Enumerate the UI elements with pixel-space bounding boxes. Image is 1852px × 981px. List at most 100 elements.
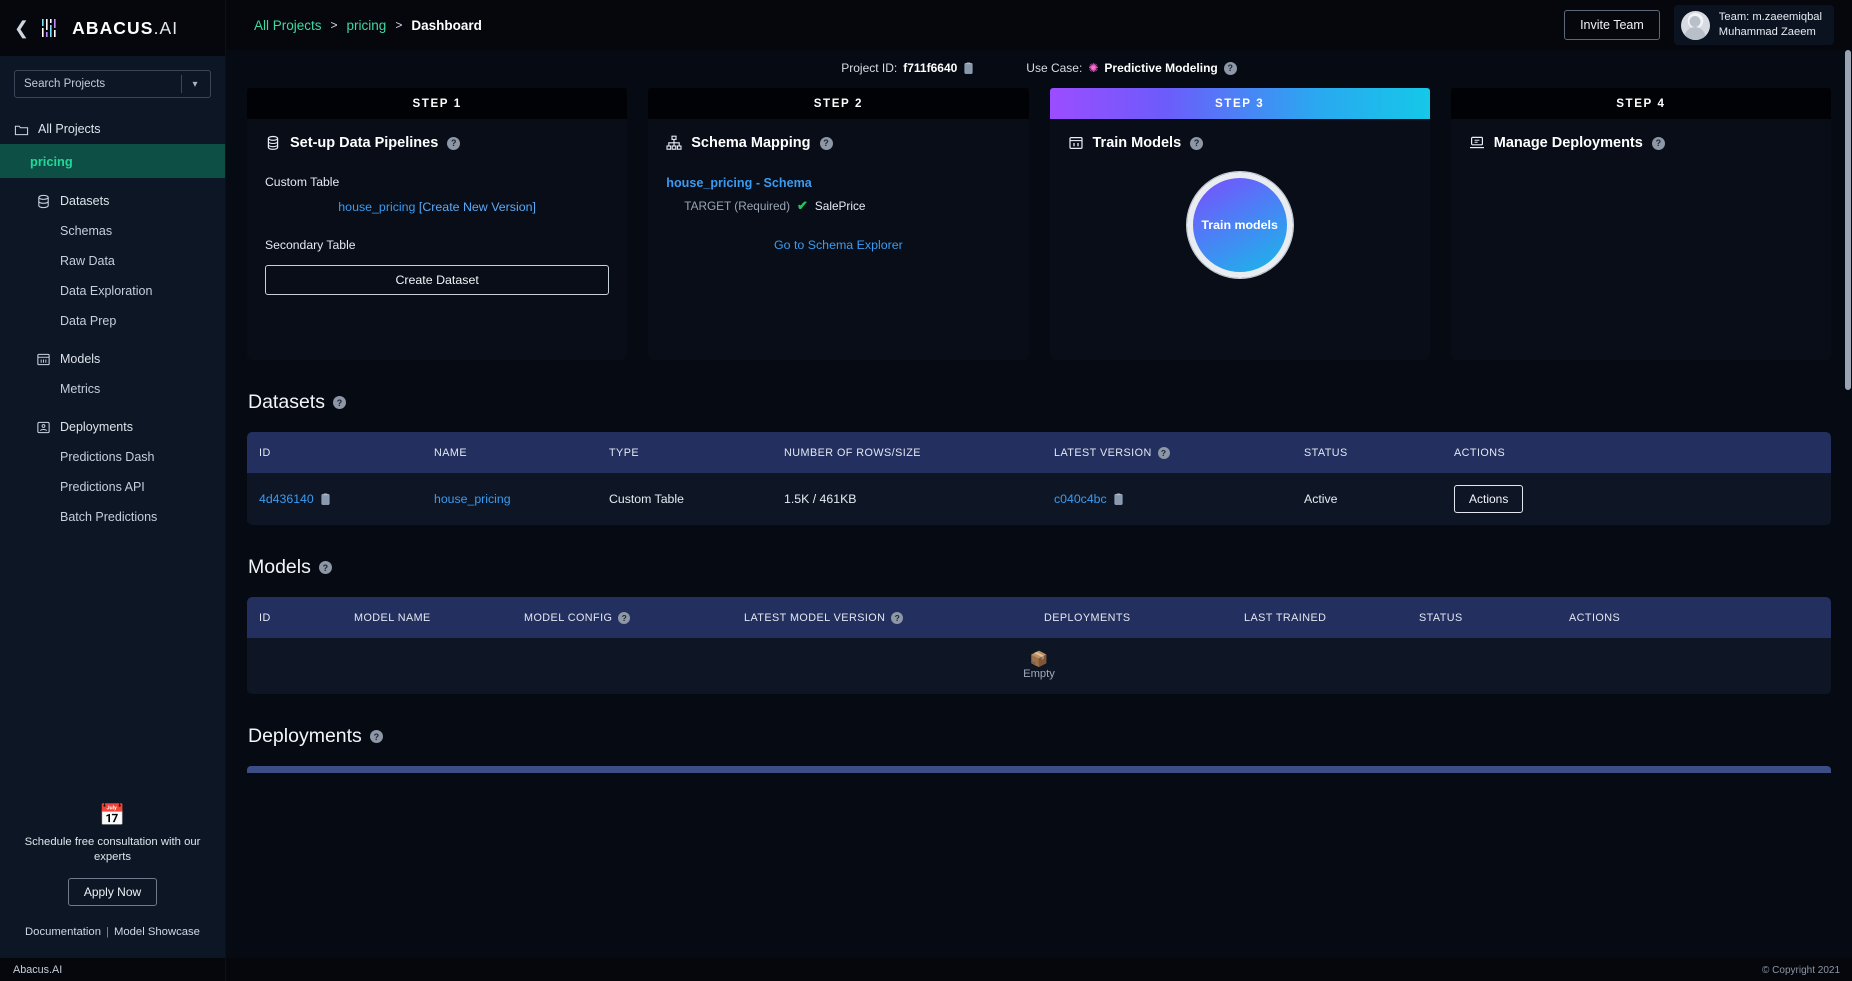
train-models-button[interactable]: Train models: [1187, 172, 1293, 278]
sidebar-item-batch-predictions[interactable]: Batch Predictions: [0, 502, 225, 532]
steps-row: STEP 1 Set-up Data Pipelines ? Custom Ta…: [226, 88, 1852, 360]
train-icon: [1068, 135, 1084, 151]
datasets-section: Datasets ? ID NAME TYPE NUMBER OF ROWS/S…: [226, 391, 1852, 525]
breadcrumb-all-projects[interactable]: All Projects: [254, 18, 322, 33]
sidebar-item-label: Deployments: [60, 420, 133, 434]
step-1-help-icon[interactable]: ?: [447, 137, 460, 150]
table-row[interactable]: 4d436140 house_pricing Custom Table 1.5K…: [247, 473, 1831, 525]
col-status: STATUS: [1407, 612, 1557, 624]
col-deployments: DEPLOYMENTS: [1032, 612, 1232, 624]
target-value: SalePrice: [815, 199, 866, 213]
deployments-help-icon[interactable]: ?: [370, 730, 383, 743]
latest-version-help-icon[interactable]: ?: [1158, 447, 1170, 459]
sidebar-item-data-exploration[interactable]: Data Exploration: [0, 276, 225, 306]
go-to-schema-explorer-link[interactable]: Go to Schema Explorer: [774, 238, 903, 252]
sidebar-item-pricing[interactable]: pricing: [0, 144, 225, 178]
breadcrumb-pricing[interactable]: pricing: [347, 18, 387, 33]
step-card-4: STEP 4 Manage Deployments ?: [1451, 88, 1831, 360]
user-menu[interactable]: Team: m.zaeemiqbal Muhammad Zaeem: [1674, 5, 1834, 46]
promo-text: Schedule free consultation with our expe…: [16, 835, 209, 865]
sidebar-item-predictions-api[interactable]: Predictions API: [0, 472, 225, 502]
step-1-badge: STEP 1: [247, 88, 627, 119]
col-model-config-text: MODEL CONFIG: [524, 612, 612, 624]
copy-icon[interactable]: [320, 493, 331, 506]
copyright-label: © Copyright 2021: [1762, 965, 1840, 976]
chevron-down-icon[interactable]: ▾: [182, 79, 208, 90]
create-dataset-button[interactable]: Create Dataset: [265, 265, 609, 295]
step-2-body: Schema Mapping ? house_pricing - Schema …: [648, 119, 1028, 268]
documentation-link[interactable]: Documentation: [25, 926, 101, 938]
folder-icon: [14, 122, 29, 137]
abacus-logo[interactable]: ABACUS.AI: [41, 18, 178, 39]
models-help-icon[interactable]: ?: [319, 561, 332, 574]
status-badge: Active: [1292, 492, 1442, 506]
datasets-help-icon[interactable]: ?: [333, 396, 346, 409]
dataset-name-link[interactable]: house_pricing: [434, 492, 511, 506]
step-card-3: STEP 3 Train Models ? Train models: [1050, 88, 1430, 360]
step-card-2: STEP 2 Schema Mapping ? house_pric: [648, 88, 1028, 360]
dataset-link[interactable]: house_pricing: [338, 200, 415, 214]
breadcrumb: All Projects > pricing > Dashboard: [254, 18, 482, 33]
step-2-help-icon[interactable]: ?: [820, 137, 833, 150]
step-4-help-icon[interactable]: ?: [1652, 137, 1665, 150]
step-3-help-icon[interactable]: ?: [1190, 137, 1203, 150]
schema-link[interactable]: house_pricing - Schema: [666, 176, 1010, 190]
model-config-help-icon[interactable]: ?: [618, 612, 630, 624]
search-projects-wrap: ▾: [0, 56, 225, 108]
step-3-body: Train Models ? Train models: [1050, 119, 1430, 294]
sidebar-item-schemas[interactable]: Schemas: [0, 216, 225, 246]
user-team: Team: m.zaeemiqbal: [1719, 10, 1822, 25]
create-new-version-link[interactable]: [Create New Version]: [419, 200, 536, 214]
datasets-title-text: Datasets: [248, 391, 325, 414]
actions-button[interactable]: Actions: [1454, 485, 1523, 513]
step-4-title-text: Manage Deployments: [1494, 135, 1643, 151]
models-table-header: ID MODEL NAME MODEL CONFIG ? LATEST MODE…: [247, 597, 1831, 638]
step-2-title-text: Schema Mapping: [691, 135, 810, 151]
sidebar-item-raw-data[interactable]: Raw Data: [0, 246, 225, 276]
cell-actions: Actions: [1442, 485, 1831, 513]
vertical-scrollbar[interactable]: [1845, 50, 1851, 390]
sidebar-item-all-projects[interactable]: All Projects: [0, 114, 225, 144]
sidebar-item-datasets[interactable]: Datasets: [0, 186, 225, 216]
consultation-promo: 📅 Schedule free consultation with our ex…: [0, 791, 225, 958]
model-showcase-link[interactable]: Model Showcase: [114, 926, 200, 938]
use-case-icon: ✺: [1088, 62, 1098, 74]
copy-icon[interactable]: [1113, 493, 1124, 506]
col-rows-size: NUMBER OF ROWS/SIZE: [772, 447, 1042, 459]
invite-team-button[interactable]: Invite Team: [1564, 10, 1660, 40]
topbar-right: Invite Team Team: m.zaeemiqbal Muhammad …: [1564, 5, 1834, 46]
cell-rows-size: 1.5K / 461KB: [772, 492, 1042, 506]
latest-model-version-help-icon[interactable]: ?: [891, 612, 903, 624]
search-input[interactable]: [24, 78, 181, 90]
col-actions: ACTIONS: [1557, 612, 1831, 624]
nav-spacer: [0, 404, 225, 412]
main-footer: [226, 958, 1852, 981]
use-case-item: Use Case: ✺ Predictive Modeling ?: [1026, 61, 1236, 75]
sidebar-item-label: Models: [60, 352, 100, 366]
sidebar-item-metrics[interactable]: Metrics: [0, 374, 225, 404]
col-latest-model-version-text: LATEST MODEL VERSION: [744, 612, 885, 624]
sidebar-item-label: Metrics: [60, 382, 100, 396]
sidebar-item-data-prep[interactable]: Data Prep: [0, 306, 225, 336]
step-1-body: Set-up Data Pipelines ? Custom Table hou…: [247, 119, 627, 311]
user-name: Muhammad Zaeem: [1719, 25, 1822, 40]
col-latest-model-version: LATEST MODEL VERSION ?: [732, 612, 1032, 624]
breadcrumb-separator: >: [395, 18, 402, 32]
dataset-id-link[interactable]: 4d436140: [259, 492, 314, 506]
copy-icon[interactable]: [963, 62, 974, 75]
chevron-left-icon[interactable]: ❮: [14, 19, 29, 37]
deploy-icon: [1469, 135, 1485, 151]
version-link[interactable]: c040c4bc: [1054, 492, 1107, 506]
sidebar-item-predictions-dash[interactable]: Predictions Dash: [0, 442, 225, 472]
models-empty-state: 📦 Empty: [247, 638, 1831, 694]
sidebar-item-deployments[interactable]: Deployments: [0, 412, 225, 442]
sidebar-item-label: Raw Data: [60, 254, 115, 268]
nav-spacer: [0, 336, 225, 344]
apply-now-button[interactable]: Apply Now: [68, 878, 157, 906]
search-projects-box[interactable]: ▾: [14, 70, 211, 98]
sidebar-item-models[interactable]: Models: [0, 344, 225, 374]
col-actions: ACTIONS: [1442, 447, 1831, 459]
nav-spacer: [0, 178, 225, 186]
use-case-value: Predictive Modeling: [1104, 61, 1217, 75]
use-case-help-icon[interactable]: ?: [1224, 62, 1237, 75]
